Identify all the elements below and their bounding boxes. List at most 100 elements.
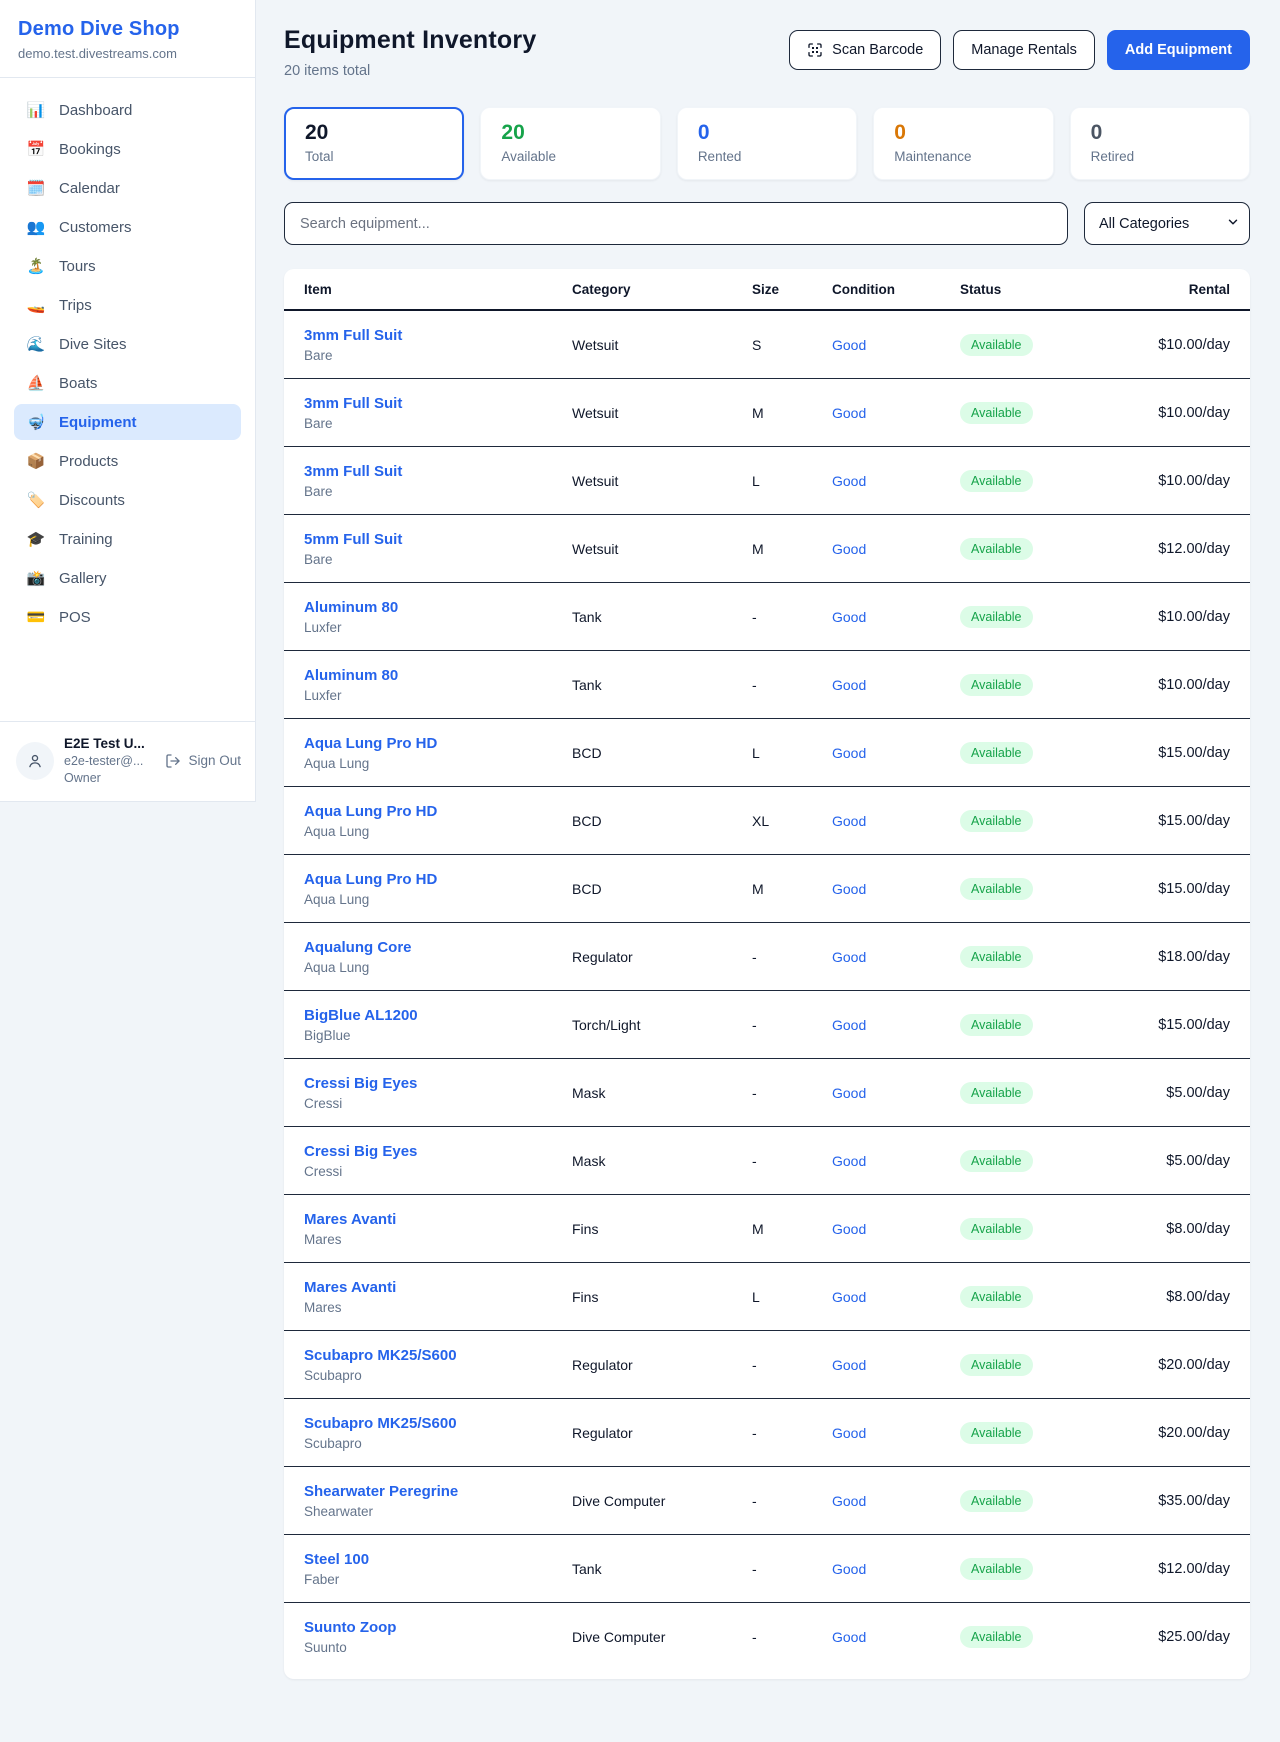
item-condition-link[interactable]: Good (832, 813, 960, 829)
item-name-link[interactable]: Aqualung Core (304, 939, 572, 956)
sidebar-item[interactable]: ⛵ Boats (14, 365, 241, 401)
item-condition-link[interactable]: Good (832, 1493, 960, 1509)
sidebar-item[interactable]: 🗓️ Calendar (14, 170, 241, 206)
table-header-row: Item Category Size Condition Status Rent… (284, 269, 1250, 311)
manage-rentals-button[interactable]: Manage Rentals (953, 30, 1095, 70)
item-condition-link[interactable]: Good (832, 1561, 960, 1577)
sidebar-item[interactable]: 🌊 Dive Sites (14, 326, 241, 362)
stat-card[interactable]: 20 Available (480, 107, 660, 180)
sidebar-item-icon: 💳 (26, 608, 46, 626)
item-size: XL (752, 813, 832, 829)
item-cell: Scubapro MK25/S600 Scubapro (304, 1347, 572, 1383)
sidebar-item[interactable]: 📸 Gallery (14, 560, 241, 596)
status-cell: Available (960, 1150, 1112, 1172)
sidebar: Demo Dive Shop demo.test.divestreams.com… (0, 0, 256, 802)
item-name-link[interactable]: 3mm Full Suit (304, 395, 572, 412)
item-condition-link[interactable]: Good (832, 1629, 960, 1645)
sidebar-item[interactable]: 🤿 Equipment (14, 404, 241, 440)
item-brand: Bare (304, 416, 572, 431)
sidebar-item[interactable]: 📦 Products (14, 443, 241, 479)
item-name-link[interactable]: BigBlue AL1200 (304, 1007, 572, 1024)
item-condition-link[interactable]: Good (832, 473, 960, 489)
item-name-link[interactable]: Aqua Lung Pro HD (304, 803, 572, 820)
item-name-link[interactable]: Cressi Big Eyes (304, 1075, 572, 1092)
item-condition-link[interactable]: Good (832, 1357, 960, 1373)
sidebar-item[interactable]: 🎓 Training (14, 521, 241, 557)
stat-card[interactable]: 0 Rented (677, 107, 857, 180)
item-condition-link[interactable]: Good (832, 337, 960, 353)
item-name-link[interactable]: Suunto Zoop (304, 1619, 572, 1636)
status-cell: Available (960, 1286, 1112, 1308)
item-name-link[interactable]: 5mm Full Suit (304, 531, 572, 548)
item-name-link[interactable]: 3mm Full Suit (304, 327, 572, 344)
item-condition-link[interactable]: Good (832, 609, 960, 625)
stat-value: 0 (1091, 121, 1229, 145)
stat-card[interactable]: 0 Maintenance (873, 107, 1053, 180)
item-name-link[interactable]: Aqua Lung Pro HD (304, 871, 572, 888)
item-condition-link[interactable]: Good (832, 1017, 960, 1033)
sidebar-item-icon: 🌊 (26, 335, 46, 353)
stat-card[interactable]: 0 Retired (1070, 107, 1250, 180)
item-name-link[interactable]: Steel 100 (304, 1551, 572, 1568)
stat-card[interactable]: 20 Total (284, 107, 464, 180)
item-condition-link[interactable]: Good (832, 1289, 960, 1305)
item-condition-link[interactable]: Good (832, 1425, 960, 1441)
item-condition-link[interactable]: Good (832, 1153, 960, 1169)
item-category: Mask (572, 1085, 752, 1101)
table-row: Scubapro MK25/S600 Scubapro Regulator - … (284, 1331, 1250, 1399)
status-cell: Available (960, 1014, 1112, 1036)
sign-out-button[interactable]: Sign Out (165, 753, 241, 769)
item-name-link[interactable]: Scubapro MK25/S600 (304, 1415, 572, 1432)
status-badge: Available (960, 810, 1033, 832)
item-rental-rate: $10.00/day (1112, 609, 1230, 625)
sidebar-item[interactable]: 👥 Customers (14, 209, 241, 245)
item-name-link[interactable]: Scubapro MK25/S600 (304, 1347, 572, 1364)
item-name-link[interactable]: 3mm Full Suit (304, 463, 572, 480)
category-select[interactable]: All Categories (1084, 202, 1250, 245)
item-name-link[interactable]: Aluminum 80 (304, 667, 572, 684)
item-name-link[interactable]: Cressi Big Eyes (304, 1143, 572, 1160)
add-equipment-button[interactable]: Add Equipment (1107, 30, 1250, 70)
item-name-link[interactable]: Mares Avanti (304, 1211, 572, 1228)
sidebar-item[interactable]: 📊 Dashboard (14, 92, 241, 128)
item-cell: Scubapro MK25/S600 Scubapro (304, 1415, 572, 1451)
item-condition-link[interactable]: Good (832, 1085, 960, 1101)
sidebar-item[interactable]: 🏷️ Discounts (14, 482, 241, 518)
stat-label: Maintenance (894, 149, 1032, 164)
stat-value: 20 (305, 121, 443, 145)
item-condition-link[interactable]: Good (832, 745, 960, 761)
column-header-category: Category (572, 282, 752, 297)
item-condition-link[interactable]: Good (832, 405, 960, 421)
item-cell: Aluminum 80 Luxfer (304, 599, 572, 635)
item-rental-rate: $25.00/day (1112, 1629, 1230, 1645)
search-input[interactable] (284, 202, 1068, 245)
equipment-table: Item Category Size Condition Status Rent… (284, 269, 1250, 1679)
item-size: - (752, 609, 832, 625)
item-condition-link[interactable]: Good (832, 541, 960, 557)
item-category: Wetsuit (572, 405, 752, 421)
item-cell: Aqualung Core Aqua Lung (304, 939, 572, 975)
sidebar-item[interactable]: 📅 Bookings (14, 131, 241, 167)
item-brand: Bare (304, 348, 572, 363)
item-name-link[interactable]: Shearwater Peregrine (304, 1483, 572, 1500)
column-header-status: Status (960, 282, 1112, 297)
item-name-link[interactable]: Mares Avanti (304, 1279, 572, 1296)
item-rental-rate: $5.00/day (1112, 1085, 1230, 1101)
item-brand: Mares (304, 1300, 572, 1315)
item-name-link[interactable]: Aqua Lung Pro HD (304, 735, 572, 752)
item-condition-link[interactable]: Good (832, 881, 960, 897)
sidebar-item[interactable]: 🏝️ Tours (14, 248, 241, 284)
scan-barcode-button[interactable]: Scan Barcode (789, 30, 941, 70)
item-condition-link[interactable]: Good (832, 949, 960, 965)
item-condition-link[interactable]: Good (832, 677, 960, 693)
item-condition-link[interactable]: Good (832, 1221, 960, 1237)
sidebar-item[interactable]: 💳 POS (14, 599, 241, 635)
status-cell: Available (960, 742, 1112, 764)
sidebar-item-label: POS (59, 609, 91, 626)
sidebar-item[interactable]: 🚤 Trips (14, 287, 241, 323)
item-category: Tank (572, 1561, 752, 1577)
item-name-link[interactable]: Aluminum 80 (304, 599, 572, 616)
item-size: M (752, 541, 832, 557)
shop-name[interactable]: Demo Dive Shop (18, 18, 235, 41)
sidebar-item-label: Bookings (59, 141, 121, 158)
